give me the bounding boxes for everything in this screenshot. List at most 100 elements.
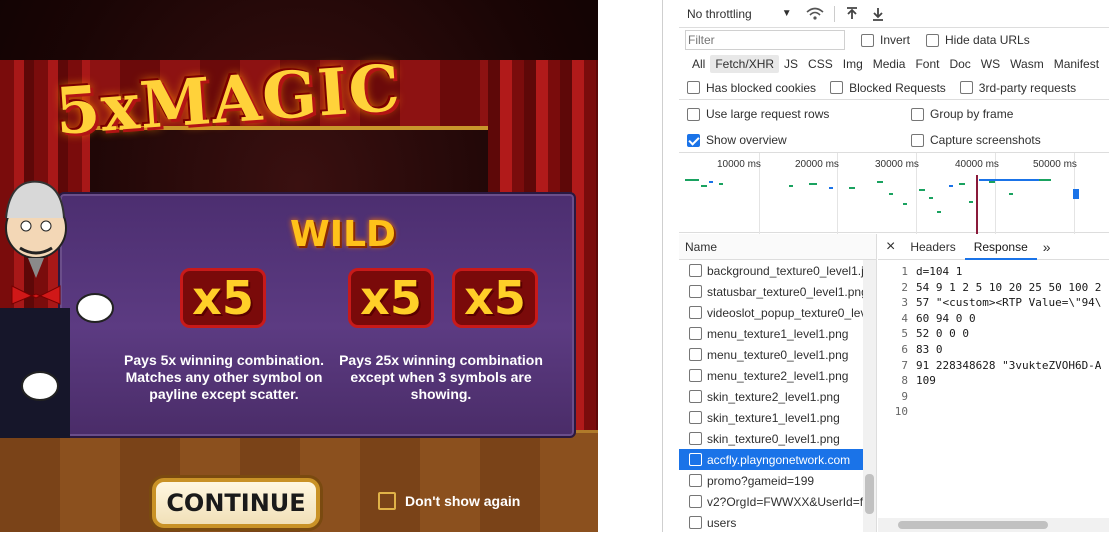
timeline-bars: [685, 175, 1079, 234]
import-har-icon[interactable]: [845, 6, 859, 21]
request-row-selected[interactable]: accfly.playngonetwork.com: [679, 449, 876, 470]
chevron-down-icon[interactable]: ▼: [782, 8, 792, 19]
request-checkbox[interactable]: [689, 390, 702, 403]
request-row[interactable]: v2?OrgId=FWWXX&UserId=f: [679, 491, 876, 512]
line-number: 5: [901, 327, 908, 341]
game-canvas[interactable]: 5xMAGIC WILD x5 x5 x5 Pays 5x winning co…: [0, 0, 598, 532]
line-content: 83 0: [916, 342, 943, 356]
type-filter-img[interactable]: Img: [838, 55, 868, 73]
type-filter-other[interactable]: Ot: [1104, 55, 1109, 73]
throttle-toolbar: No throttling ▼: [679, 0, 1109, 28]
network-conditions-icon[interactable]: [806, 7, 824, 21]
request-name: videoslot_popup_texture0_level1.png: [707, 305, 876, 320]
throttling-select[interactable]: No throttling: [687, 7, 752, 21]
name-column-header[interactable]: Name: [679, 234, 876, 260]
large-rows-checkbox[interactable]: [687, 107, 700, 121]
request-checkbox[interactable]: [689, 369, 702, 382]
request-name: menu_texture1_level1.png: [707, 326, 849, 341]
request-row[interactable]: background_texture0_level1.jpg: [679, 260, 876, 281]
filter-row: Invert Hide data URLs: [679, 28, 1109, 52]
code-line: 8 109: [878, 373, 1109, 389]
request-row[interactable]: statusbar_texture0_level1.png: [679, 281, 876, 302]
request-checkbox[interactable]: [689, 453, 702, 466]
request-list-scrollbar[interactable]: [863, 260, 876, 532]
request-row[interactable]: menu_texture0_level1.png: [679, 344, 876, 365]
type-filter-media[interactable]: Media: [868, 55, 911, 73]
request-checkbox[interactable]: [689, 474, 702, 487]
continue-button[interactable]: CONTINUE: [152, 478, 320, 528]
line-number: 7: [901, 358, 908, 372]
capture-screenshots-checkbox[interactable]: [911, 133, 924, 147]
line-content: 57 "<custom><RTP Value=\"94\: [916, 296, 1102, 310]
request-name: skin_texture1_level1.png: [707, 410, 840, 425]
response-body[interactable]: 1 d=104 1 2 54 9 1 2 5 10 20 25 50 100 2 3…: [878, 264, 1109, 514]
show-overview-checkbox[interactable]: [687, 133, 700, 147]
wild-description-single: Pays 5x winning combination. Matches any…: [124, 352, 324, 402]
line-number: 4: [901, 311, 908, 325]
more-tabs-icon[interactable]: »: [1043, 239, 1051, 255]
type-filter-css[interactable]: CSS: [803, 55, 838, 73]
request-name: background_texture0_level1.jpg: [707, 263, 876, 278]
request-row[interactable]: promo?gameid=199: [679, 470, 876, 491]
request-name: users: [707, 515, 737, 530]
wild-title: WILD: [290, 214, 396, 255]
blocked-requests-checkbox[interactable]: [830, 81, 844, 94]
request-checkbox[interactable]: [689, 306, 702, 319]
third-party-label: 3rd-party requests: [978, 80, 1077, 95]
type-filter-font[interactable]: Font: [910, 55, 944, 73]
dont-show-again-toggle[interactable]: Don't show again: [378, 492, 520, 510]
type-filter-wasm[interactable]: Wasm: [1005, 55, 1049, 73]
request-checkbox[interactable]: [689, 264, 702, 277]
third-party-checkbox[interactable]: [959, 81, 973, 94]
request-list: Name background_texture0_level1.jpg stat…: [679, 234, 877, 532]
type-filter-manifest[interactable]: Manifest: [1049, 55, 1104, 73]
type-filter-ws[interactable]: WS: [976, 55, 1005, 73]
line-content: 52 0 0 0: [916, 327, 969, 341]
request-checkbox[interactable]: [689, 327, 702, 340]
invert-checkbox[interactable]: [861, 33, 874, 47]
type-filter-all[interactable]: All: [687, 55, 710, 73]
code-line: 3 57 "<custom><RTP Value=\"94\: [878, 295, 1109, 311]
line-number: 9: [901, 389, 908, 403]
request-row[interactable]: menu_texture2_level1.png: [679, 365, 876, 386]
request-checkbox[interactable]: [689, 432, 702, 445]
request-checkbox[interactable]: [689, 495, 702, 508]
group-by-frame-checkbox[interactable]: [911, 107, 924, 121]
request-row[interactable]: menu_texture1_level1.png: [679, 323, 876, 344]
multiplier-badge: x5: [180, 268, 266, 328]
type-filter-js[interactable]: JS: [779, 55, 803, 73]
code-line: 6 83 0: [878, 342, 1109, 358]
line-number: 10: [894, 405, 908, 419]
request-name: accfly.playngonetwork.com: [707, 452, 851, 467]
request-row[interactable]: skin_texture1_level1.png: [679, 407, 876, 428]
request-checkbox[interactable]: [689, 516, 702, 529]
tab-response[interactable]: Response: [964, 234, 1037, 260]
request-checkbox[interactable]: [689, 348, 702, 361]
network-overview-timeline[interactable]: 10000 ms 20000 ms 30000 ms 40000 ms 5000…: [679, 152, 1109, 234]
settings-row-2: Show overview Capture screenshots: [679, 128, 1109, 152]
export-har-icon[interactable]: [871, 7, 885, 21]
request-details-panel: × Headers Response » 1 d=104 1 2 54 9 1 2 …: [878, 234, 1109, 532]
scrollbar-thumb[interactable]: [898, 521, 1048, 529]
scrollbar-thumb[interactable]: [865, 474, 874, 514]
close-icon[interactable]: ×: [886, 238, 895, 256]
request-row[interactable]: skin_texture2_level1.png: [679, 386, 876, 407]
response-hscrollbar[interactable]: [878, 518, 1109, 532]
dont-show-checkbox[interactable]: [378, 492, 396, 510]
line-number: 3: [901, 296, 908, 310]
line-content: 54 9 1 2 5 10 20 25 50 100 2: [916, 280, 1102, 294]
request-checkbox[interactable]: [689, 411, 702, 424]
type-filter-doc[interactable]: Doc: [944, 55, 975, 73]
request-row[interactable]: videoslot_popup_texture0_level1.png: [679, 302, 876, 323]
hide-data-urls-checkbox[interactable]: [926, 33, 940, 47]
request-row[interactable]: skin_texture0_level1.png: [679, 428, 876, 449]
resource-type-filters: All Fetch/XHR JS CSS Img Media Font Doc …: [679, 52, 1109, 76]
type-filter-fetch-xhr[interactable]: Fetch/XHR: [710, 55, 780, 73]
page-gutter: [598, 0, 663, 532]
request-checkbox[interactable]: [689, 285, 702, 298]
tab-headers[interactable]: Headers: [901, 234, 964, 260]
has-blocked-cookies-checkbox[interactable]: [687, 81, 700, 94]
magician-mascot: [0, 180, 114, 438]
filter-input[interactable]: [685, 30, 845, 50]
request-row[interactable]: users: [679, 512, 876, 533]
